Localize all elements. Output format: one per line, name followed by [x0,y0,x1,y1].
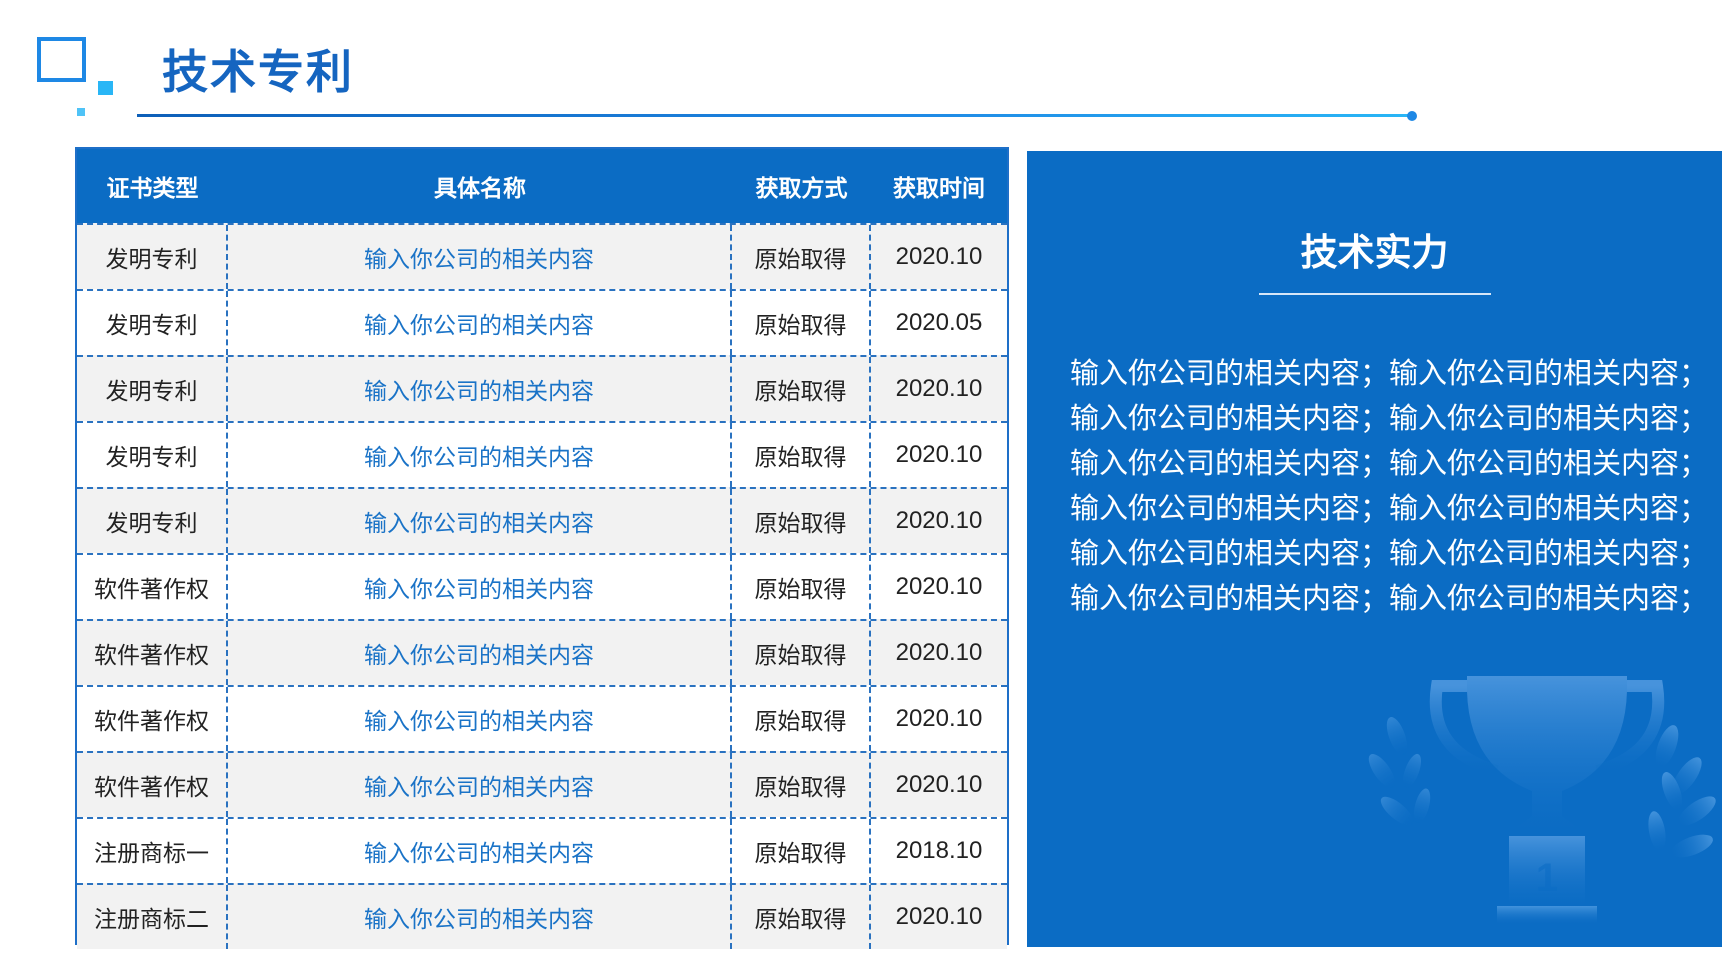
cell-method: 原始取得 [732,423,871,487]
cell-method: 原始取得 [732,687,871,751]
cell-time: 2020.10 [895,705,983,732]
cell-certificate-type: 软件著作权 [77,555,228,619]
cell-method: 原始取得 [732,819,871,883]
title-underline [137,114,1412,117]
cell-time: 2020.10 [895,441,983,468]
trophy-rank-label: 1 [1536,856,1558,900]
table-row: 发明专利 输入你公司的相关内容 原始取得 2020.10 [77,421,1007,487]
cell-certificate-type: 注册商标一 [77,819,228,883]
cell-certificate-type: 注册商标二 [77,885,228,949]
cell-certificate-type: 发明专利 [77,225,228,289]
cell-time: 2018.10 [895,837,983,864]
table-row: 注册商标一 输入你公司的相关内容 原始取得 2018.10 [77,817,1007,883]
cell-name: 输入你公司的相关内容 [228,357,732,421]
cell-time: 2020.05 [895,309,983,336]
cell-name: 输入你公司的相关内容 [228,687,732,751]
panel-text-line: 输入你公司的相关内容；输入你公司的相关内容； [1070,356,1709,390]
panel-text-line: 输入你公司的相关内容；输入你公司的相关内容； [1070,401,1709,435]
table-row: 发明专利 输入你公司的相关内容 原始取得 2020.10 [77,487,1007,553]
cell-time: 2020.10 [895,573,983,600]
cell-name: 输入你公司的相关内容 [228,819,732,883]
cell-time: 2020.10 [895,639,983,666]
page-title: 技术专利 [162,45,354,99]
cell-name: 输入你公司的相关内容 [228,753,732,817]
table-header: 证书类型 具体名称 获取方式 获取时间 [77,149,1007,223]
cell-name: 输入你公司的相关内容 [228,555,732,619]
table-row: 发明专利 输入你公司的相关内容 原始取得 2020.05 [77,289,1007,355]
column-header-certificate-type: 证书类型 [106,176,199,202]
cell-method: 原始取得 [732,753,871,817]
panel-text-line: 输入你公司的相关内容；输入你公司的相关内容； [1070,536,1709,570]
panel-text-line: 输入你公司的相关内容；输入你公司的相关内容； [1070,491,1709,525]
patent-table: 证书类型 具体名称 获取方式 获取时间 发明专利 输入你公司的相关内容 原始取得… [75,147,1009,949]
cell-certificate-type: 软件著作权 [77,621,228,685]
panel-title: 技术实力 [1300,231,1449,274]
cell-certificate-type: 发明专利 [77,423,228,487]
table-row: 软件著作权 输入你公司的相关内容 原始取得 2020.10 [77,553,1007,619]
column-header-name: 具体名称 [434,176,526,202]
panel-body-text: 输入你公司的相关内容；输入你公司的相关内容； 输入你公司的相关内容；输入你公司的… [1070,351,1710,621]
panel-text-line: 输入你公司的相关内容；输入你公司的相关内容； [1070,581,1709,615]
cell-method: 原始取得 [732,621,871,685]
tech-strength-panel: 技术实力 输入你公司的相关内容；输入你公司的相关内容； 输入你公司的相关内容；输… [1027,151,1722,947]
column-header-acquisition-method: 获取方式 [755,176,848,202]
table-row: 注册商标二 输入你公司的相关内容 原始取得 2020.10 [77,883,1007,949]
cell-name: 输入你公司的相关内容 [228,621,732,685]
cell-time: 2020.10 [895,375,983,402]
cell-name: 输入你公司的相关内容 [228,885,732,949]
table-row: 发明专利 输入你公司的相关内容 原始取得 2020.10 [77,355,1007,421]
title-underline-dot [1407,111,1417,121]
cell-time: 2020.10 [895,507,983,534]
cell-certificate-type: 软件著作权 [77,687,228,751]
table-row: 软件著作权 输入你公司的相关内容 原始取得 2020.10 [77,685,1007,751]
table-row: 软件著作权 输入你公司的相关内容 原始取得 2020.10 [77,619,1007,685]
cell-time: 2020.10 [895,771,983,798]
cell-name: 输入你公司的相关内容 [228,489,732,553]
cell-method: 原始取得 [732,489,871,553]
cell-method: 原始取得 [732,555,871,619]
cell-certificate-type: 软件著作权 [77,753,228,817]
cell-method: 原始取得 [732,357,871,421]
trophy-icon: 1 [1368,676,1716,924]
table-body: 发明专利 输入你公司的相关内容 原始取得 2020.10 发明专利 输入你公司的… [77,223,1007,949]
panel-title-underline [1259,293,1491,295]
cell-name: 输入你公司的相关内容 [228,225,732,289]
cell-method: 原始取得 [732,291,871,355]
cell-method: 原始取得 [732,885,871,949]
column-header-acquisition-time: 获取时间 [893,176,985,202]
table-row: 软件著作权 输入你公司的相关内容 原始取得 2020.10 [77,751,1007,817]
decorative-squares-logo [37,37,113,116]
cell-certificate-type: 发明专利 [77,489,228,553]
cell-time: 2020.10 [895,243,983,270]
cell-method: 原始取得 [732,225,871,289]
cell-time: 2020.10 [895,903,983,930]
panel-text-line: 输入你公司的相关内容；输入你公司的相关内容； [1070,446,1709,480]
cell-certificate-type: 发明专利 [77,291,228,355]
cell-name: 输入你公司的相关内容 [228,423,732,487]
table-row: 发明专利 输入你公司的相关内容 原始取得 2020.10 [77,223,1007,289]
cell-name: 输入你公司的相关内容 [228,291,732,355]
cell-certificate-type: 发明专利 [77,357,228,421]
